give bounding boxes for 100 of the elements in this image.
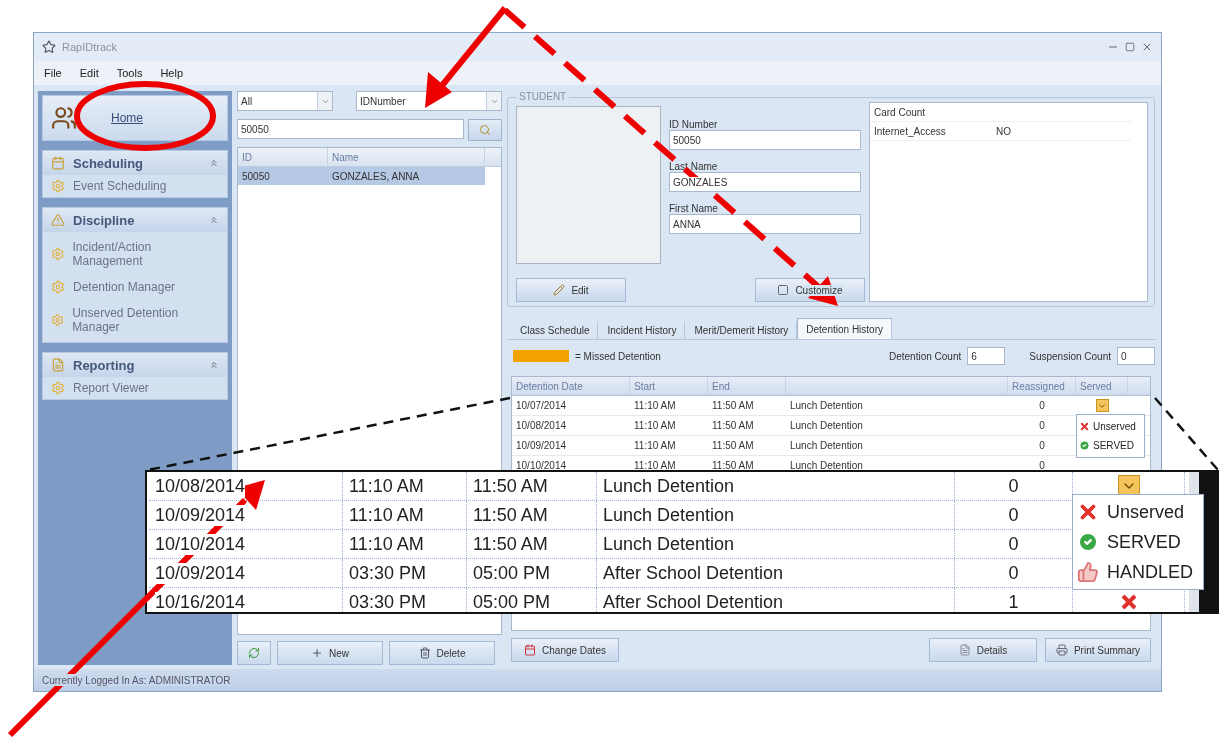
edit-button[interactable]: Edit <box>516 278 626 302</box>
calendar-icon <box>524 644 537 656</box>
table-cell: After School Detention <box>597 588 955 612</box>
menu-option[interactable]: Unserved <box>1077 497 1200 527</box>
field-label: Detention Count <box>889 350 962 362</box>
check-icon <box>1077 531 1099 553</box>
new-button[interactable]: New <box>277 641 383 665</box>
input-field[interactable]: 6 <box>967 347 1006 365</box>
cross-icon <box>1079 421 1090 432</box>
search-field[interactable]: 50050 <box>237 119 464 139</box>
close-icon[interactable] <box>1141 41 1153 53</box>
window-icon <box>777 284 790 296</box>
field-label: First Name <box>669 202 719 214</box>
input-field[interactable]: 0 <box>1117 347 1155 365</box>
details-button[interactable]: Details <box>929 638 1037 662</box>
menu-option[interactable]: SERVED <box>1077 527 1200 557</box>
table-cell: 11:10 AM <box>343 530 467 558</box>
sidebar-item[interactable]: Incident/Action Management <box>43 232 227 276</box>
table-cell: 11:50 AM <box>467 501 597 529</box>
table-cell-text: 11:10 AM <box>633 459 677 473</box>
table-cell-text: 11:50 AM <box>711 399 755 413</box>
table-cell-text: 11:50 AM <box>711 439 755 453</box>
thumbs-up-icon <box>1077 561 1099 583</box>
table-cell-text: 11:50 AM <box>711 459 755 473</box>
status-text: Currently Logged In As: ADMINISTRATOR <box>42 675 231 686</box>
table-cell-text: Lunch Detention <box>789 399 864 413</box>
menu-item[interactable]: File <box>44 67 62 79</box>
table-cell-text: 0 <box>1038 439 1046 453</box>
table-cell: 10/09/2014 <box>155 562 246 584</box>
input-field[interactable]: ANNA <box>669 214 861 234</box>
document-icon <box>958 644 971 656</box>
input-field[interactable]: GONZALES <box>669 172 861 192</box>
group-header[interactable]: Reporting <box>43 353 227 377</box>
dropdown-button[interactable] <box>1117 475 1140 497</box>
collapse-icon[interactable] <box>209 360 219 370</box>
table-cell-text: 0 <box>1038 399 1046 413</box>
table-cell-text: Lunch Detention <box>789 419 864 433</box>
property-name: Card Count <box>873 105 927 120</box>
menu-option[interactable]: HANDLED <box>1077 557 1200 587</box>
group-header[interactable]: Discipline <box>43 208 227 232</box>
input-field[interactable]: 50050 <box>669 130 861 150</box>
table-cell: 03:30 PM <box>343 559 467 587</box>
field-dropdown[interactable]: IDNumber <box>356 91 502 111</box>
plus-icon <box>311 647 323 659</box>
menu-option[interactable]: Unserved <box>1079 417 1142 436</box>
sidebar-item[interactable]: Detention Manager <box>43 276 227 298</box>
group-title: STUDENT <box>516 91 570 102</box>
field-label: ID Number <box>669 118 719 130</box>
table-cell-text: 11:10 AM <box>633 399 677 413</box>
table-cell-text: 10/10/2014 <box>515 459 568 473</box>
table-cell: 11:10 AM <box>343 472 467 500</box>
refresh-button[interactable] <box>237 641 271 665</box>
table-cell: Lunch Detention <box>597 530 955 558</box>
menu-item[interactable]: Edit <box>79 67 99 79</box>
people-icon <box>51 105 77 131</box>
collapse-icon[interactable] <box>209 158 219 168</box>
column-header[interactable]: Name <box>328 148 485 166</box>
student-row[interactable]: 50050 GONZALES, ANNA <box>238 167 485 185</box>
table-cell: 03:30 PM <box>343 588 467 612</box>
menu-item[interactable]: Help <box>160 67 183 79</box>
printer-icon <box>1055 644 1068 656</box>
table-cell-text: Lunch Detention <box>789 459 864 473</box>
table-cell-text: 10/08/2014 <box>515 419 568 433</box>
tab[interactable]: Detention History <box>797 318 892 339</box>
table-cell: 11:10 AM <box>343 501 467 529</box>
legend-text: = Missed Detention <box>575 350 661 362</box>
sidebar-item[interactable]: Event Scheduling <box>43 175 227 197</box>
home-button[interactable]: Home <box>42 95 228 141</box>
table-cell: Lunch Detention <box>597 501 955 529</box>
dropdown-button[interactable] <box>1095 399 1109 412</box>
change-dates-button[interactable]: Change Dates <box>511 638 619 662</box>
check-icon <box>1079 440 1090 451</box>
table-cell: Lunch Detention <box>597 472 955 500</box>
table-cell-text: 11:50 AM <box>711 419 755 433</box>
table-cell-text: 10/09/2014 <box>515 439 568 453</box>
cross-icon <box>1120 594 1137 610</box>
column-header[interactable]: ID <box>238 148 328 166</box>
table-cell: 11:50 AM <box>467 472 597 500</box>
maximize-icon[interactable] <box>1125 42 1135 52</box>
table-cell: 10/10/2014 <box>155 533 246 555</box>
refresh-icon <box>248 647 260 659</box>
table-cell-text: 10/07/2014 <box>515 399 568 413</box>
collapse-icon[interactable] <box>209 215 219 225</box>
filter-dropdown[interactable]: All <box>237 91 333 111</box>
search-button[interactable] <box>468 119 502 141</box>
table-cell-text: 11:10 AM <box>633 439 677 453</box>
property-name: Internet_Access <box>873 124 947 139</box>
sidebar-item[interactable]: Report Viewer <box>43 377 227 399</box>
delete-button[interactable]: Delete <box>389 641 495 665</box>
table-cell: 10/09/2014 <box>155 504 246 526</box>
sidebar-item[interactable]: Unserved Detention Manager <box>43 298 227 342</box>
group-header[interactable]: Scheduling <box>43 151 227 175</box>
table-cell: After School Detention <box>597 559 955 587</box>
menu-item[interactable]: Tools <box>116 67 143 79</box>
customize-button[interactable]: Customize <box>755 278 865 302</box>
print-summary-button[interactable]: Print Summary <box>1045 638 1151 662</box>
table-cell-text: 0 <box>1038 459 1046 473</box>
table-cell-text: Lunch Detention <box>789 439 864 453</box>
trash-icon <box>418 647 431 659</box>
menu-option[interactable]: SERVED <box>1079 436 1142 455</box>
